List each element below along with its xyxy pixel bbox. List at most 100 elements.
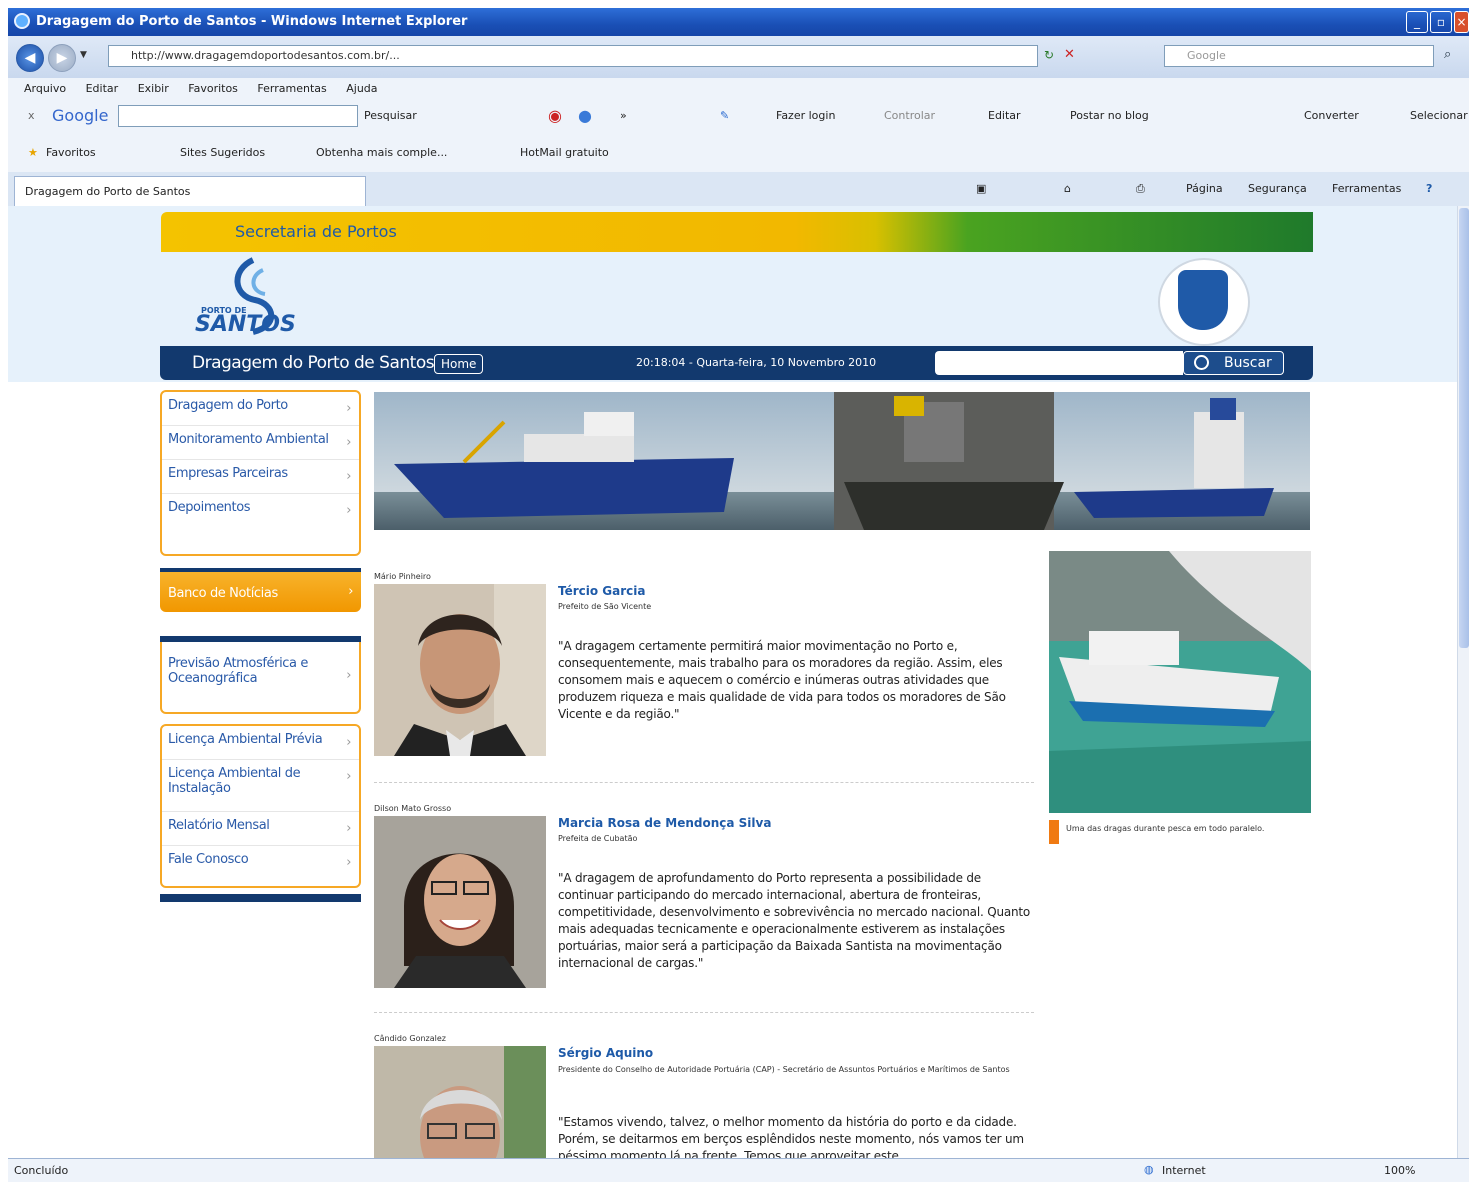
- sidebar-item-label: Depoimentos: [168, 500, 251, 515]
- browser-search-input[interactable]: Google: [1164, 45, 1434, 67]
- date-time: 20:18:04 - Quarta-feira, 10 Novembro 201…: [636, 356, 877, 369]
- person-name[interactable]: Tércio Garcia: [558, 584, 646, 598]
- url-field[interactable]: http://www.dragagemdoportodesantos.com.b…: [108, 45, 1038, 67]
- sidebar-item-empresas[interactable]: Empresas Parceiras ›: [162, 460, 359, 494]
- portrait-sergio: [374, 1046, 546, 1158]
- person-name[interactable]: Marcia Rosa de Mendonça Silva: [558, 816, 771, 830]
- person-name[interactable]: Sérgio Aquino: [558, 1046, 653, 1060]
- secretaria-banner: Secretaria de Portos: [161, 212, 1313, 252]
- fishing-boat-photo: [1049, 551, 1311, 813]
- globe-icon: ◍: [1144, 1163, 1154, 1176]
- favorites-bar: ★ Favoritos Sites Sugeridos Obtenha mais…: [8, 132, 1469, 173]
- maximize-icon[interactable]: ▫: [1430, 11, 1452, 33]
- refresh-icon[interactable]: ↻: [1044, 48, 1054, 62]
- google-search-button[interactable]: Pesquisar: [364, 109, 417, 122]
- history-dropdown-icon[interactable]: ▼: [80, 50, 87, 60]
- menu-arquivo[interactable]: Arquivo: [24, 78, 66, 100]
- popup-blocker-icon[interactable]: ◉: [548, 106, 562, 125]
- fav-obtenha-mais[interactable]: Obtenha mais comple...: [316, 146, 447, 159]
- security-menu[interactable]: Segurança: [1248, 182, 1307, 195]
- page-menu[interactable]: Página: [1186, 182, 1223, 195]
- zoom-level[interactable]: 100%: [1384, 1164, 1415, 1177]
- chat-icon[interactable]: ●: [578, 106, 592, 125]
- home-button[interactable]: Home: [434, 354, 484, 374]
- menu-editar[interactable]: Editar: [86, 78, 119, 100]
- forward-arrow-icon[interactable]: ▶: [48, 44, 76, 72]
- news-bank-button[interactable]: Banco de Notícias ›: [160, 572, 361, 612]
- more-chevron-icon[interactable]: »: [620, 109, 627, 122]
- print-icon[interactable]: ⎙: [1136, 182, 1145, 196]
- fav-hotmail[interactable]: HotMail gratuito: [520, 146, 609, 159]
- translate-button[interactable]: Controlar: [884, 109, 935, 122]
- testimonial-quote: "A dragagem certamente permitirá maior m…: [558, 639, 1006, 721]
- stop-icon[interactable]: ✕: [1064, 47, 1075, 62]
- sidebar-item-label: Monitoramento Ambiental: [168, 432, 329, 447]
- site-navbar: Dragagem do Porto de Santos Home 20:18:0…: [160, 346, 1313, 380]
- testimonial-divider: [374, 1012, 1034, 1013]
- fishing-boat-illustration: [1049, 551, 1311, 813]
- post-blog-button[interactable]: Postar no blog: [1070, 109, 1149, 122]
- porto-santos-logo[interactable]: PORTO DE SANTOS: [193, 256, 296, 340]
- sidebar-item-previsao[interactable]: Previsão Atmosférica e Oceanográfica ›: [162, 642, 359, 712]
- toolbar-close-icon[interactable]: x: [28, 109, 35, 122]
- select-button[interactable]: Selecionar: [1410, 109, 1468, 122]
- menu-bar: Arquivo Editar Exibir Favoritos Ferramen…: [8, 78, 1469, 101]
- sidebar-item-depoimentos[interactable]: Depoimentos ›: [162, 494, 359, 528]
- menu-exibir[interactable]: Exibir: [138, 78, 169, 100]
- portrait-illustration: [374, 816, 546, 988]
- sidebar-item-monitoramento[interactable]: Monitoramento Ambiental ›: [162, 426, 359, 460]
- google-search-input[interactable]: [118, 105, 358, 127]
- photo-caption: Uma das dragas durante pesca em todo par…: [1066, 824, 1265, 833]
- chevron-right-icon: ›: [346, 855, 351, 870]
- favorites-button[interactable]: Favoritos: [46, 146, 96, 159]
- close-icon[interactable]: ×: [1454, 11, 1469, 33]
- search-icon[interactable]: ⌕: [1444, 47, 1451, 62]
- seal-emblem-icon: [1178, 270, 1228, 330]
- tools-menu[interactable]: Ferramentas: [1332, 182, 1401, 195]
- window-title: Dragagem do Porto de Santos - Windows In…: [36, 14, 468, 29]
- portrait-tercio: [374, 584, 546, 756]
- menu-ferramentas[interactable]: Ferramentas: [257, 78, 326, 100]
- page-scrollbar[interactable]: [1457, 206, 1469, 1158]
- chevron-right-icon: ›: [346, 735, 351, 750]
- fav-sites-sugeridos[interactable]: Sites Sugeridos: [180, 146, 265, 159]
- sign-in-button[interactable]: Fazer login: [776, 109, 835, 122]
- menu-favoritos[interactable]: Favoritos: [188, 78, 238, 100]
- sidebar-item-relatorio[interactable]: Relatório Mensal ›: [162, 812, 359, 846]
- back-arrow-icon[interactable]: ◀: [16, 44, 44, 72]
- sidebar-item-label: Licença Ambiental Prévia: [168, 732, 323, 747]
- site-search-input[interactable]: [935, 351, 1183, 375]
- rss-icon[interactable]: ▣: [976, 182, 986, 195]
- edit-button[interactable]: Editar: [988, 109, 1021, 122]
- chevron-right-icon: ›: [348, 584, 353, 599]
- status-text: Concluído: [14, 1164, 69, 1177]
- sidebar-item-fale-conosco[interactable]: Fale Conosco ›: [162, 846, 359, 880]
- tab-dragagem[interactable]: Dragagem do Porto de Santos: [14, 176, 366, 206]
- chevron-right-icon: ›: [346, 769, 351, 784]
- convert-button[interactable]: Converter: [1304, 109, 1359, 122]
- home-icon[interactable]: ⌂: [1064, 182, 1071, 195]
- wrench-icon[interactable]: ✎: [720, 109, 729, 122]
- chevron-right-icon: ›: [346, 401, 351, 416]
- minimize-icon[interactable]: _: [1406, 11, 1428, 33]
- portrait-illustration: [374, 584, 546, 756]
- scrollbar-thumb[interactable]: [1459, 208, 1469, 648]
- web-page: Secretaria de Portos PORTO DE SANTOS Dra…: [8, 206, 1457, 1158]
- google-toolbar: x Google Pesquisar ◉ ● » ✎ Fazer login C…: [8, 100, 1469, 133]
- address-bar: ◀ ▶ ▼ http://www.dragagemdoportodesantos…: [8, 36, 1469, 79]
- menu-ajuda[interactable]: Ajuda: [346, 78, 377, 100]
- help-icon[interactable]: ?: [1426, 182, 1432, 195]
- security-zone: Internet: [1162, 1164, 1206, 1177]
- sidebar-item-licenca-previa[interactable]: Licença Ambiental Prévia ›: [162, 726, 359, 760]
- sidebar-item-label: Relatório Mensal: [168, 818, 270, 833]
- forecast-box: Previsão Atmosférica e Oceanográfica ›: [160, 642, 361, 714]
- ie-logo-icon: [14, 13, 30, 29]
- sidebar-item-licenca-instalacao[interactable]: Licença Ambiental de Instalação ›: [162, 760, 359, 812]
- sidebar-item-label: Dragagem do Porto: [168, 398, 288, 413]
- chevron-right-icon: ›: [346, 435, 351, 450]
- sidebar-item-dragagem[interactable]: Dragagem do Porto ›: [162, 392, 359, 426]
- search-button[interactable]: Buscar: [1183, 351, 1284, 375]
- chevron-right-icon: ›: [346, 469, 351, 484]
- window-titlebar: Dragagem do Porto de Santos - Windows In…: [8, 8, 1469, 36]
- testimonial-quote: "Estamos vivendo, talvez, o melhor momen…: [558, 1115, 1024, 1158]
